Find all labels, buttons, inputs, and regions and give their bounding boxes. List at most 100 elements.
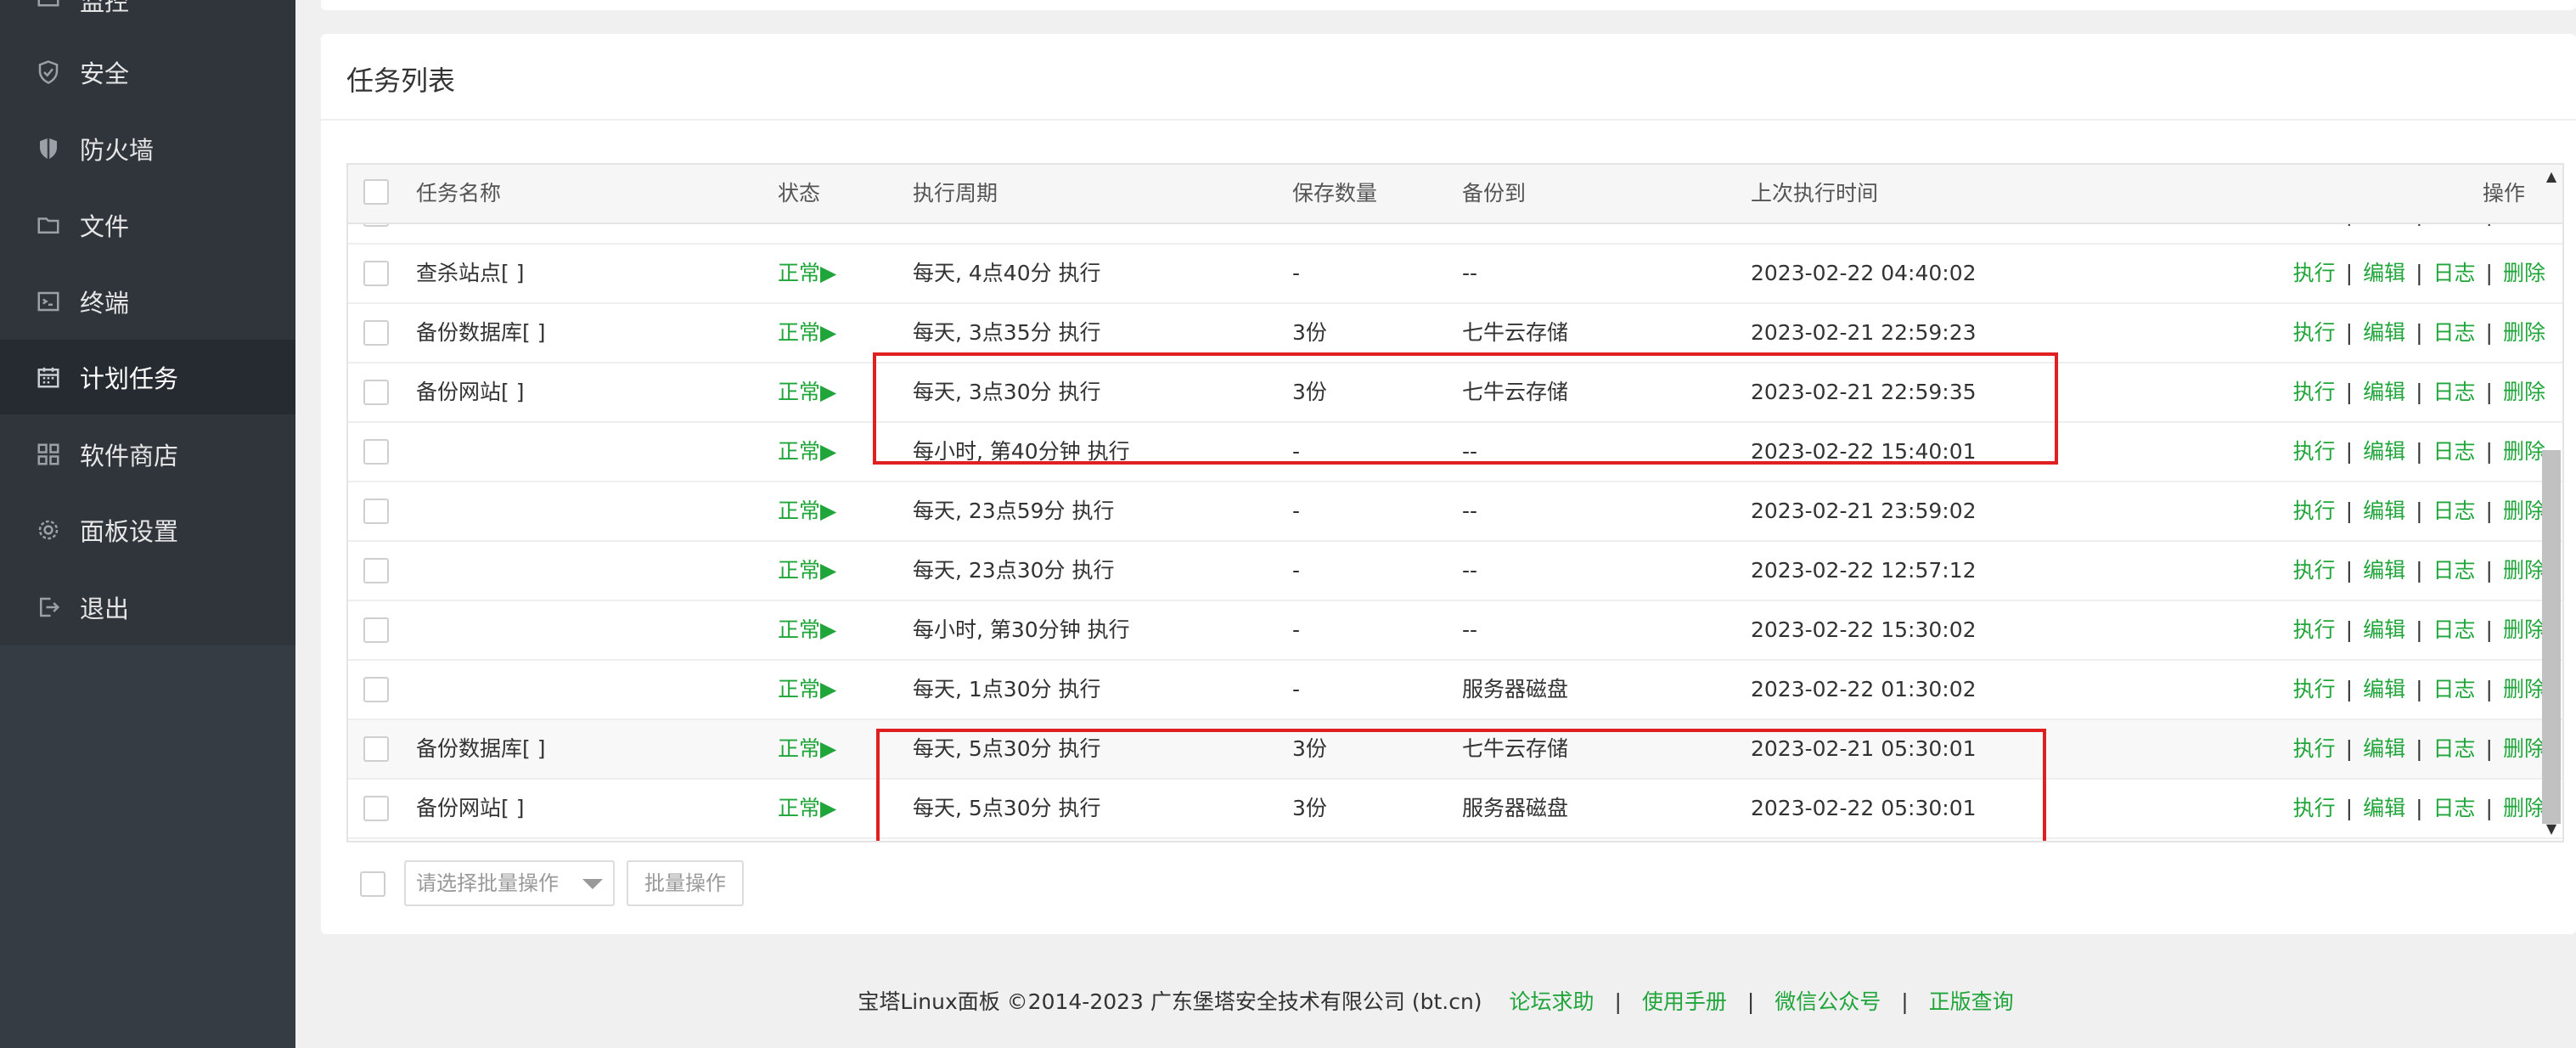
table-row: 备份数据库[ ] 正常▶ 每天, 5点30分 执行 3份 七牛云存储 2023-02-21… (348, 720, 2562, 780)
sidebar-item-settings[interactable]: 面板设置 (0, 493, 295, 567)
status-badge[interactable]: 正常▶ (778, 780, 836, 837)
scroll-down-arrow[interactable]: ▼ (2542, 820, 2561, 837)
edit-link[interactable]: 编辑 (2363, 796, 2405, 820)
log-link[interactable]: 日志 (2433, 558, 2476, 583)
row-checkbox[interactable] (363, 439, 389, 465)
row-checkbox[interactable] (363, 558, 389, 583)
task-name: 备份网站[ ] (416, 380, 525, 404)
edit-link[interactable]: 编辑 (2363, 499, 2405, 523)
delete-link[interactable]: 删除 (2503, 558, 2545, 583)
log-link[interactable]: 日志 (2433, 677, 2476, 701)
run-link[interactable]: 执行 (2293, 558, 2336, 583)
run-link[interactable]: 执行 (2293, 261, 2336, 285)
run-link[interactable]: 执行 (2293, 796, 2336, 820)
action-separator: | (2416, 736, 2423, 761)
log-link[interactable]: 日志 (2433, 261, 2476, 285)
status-badge[interactable]: 正常▶ (778, 661, 836, 718)
delete-link[interactable]: 删除 (2503, 677, 2545, 701)
col-name: 任务名称 (416, 181, 502, 206)
delete-link[interactable]: 删除 (2503, 796, 2545, 820)
status-badge[interactable]: 正常▶ (778, 542, 836, 600)
row-actions: 执行 | 编辑 | 日志 | 删除 (2293, 601, 2545, 659)
log-link[interactable]: 日志 (2433, 796, 2476, 820)
run-link[interactable]: 执行 (2293, 320, 2336, 345)
run-link[interactable]: 执行 (2293, 736, 2336, 761)
batch-checkbox[interactable] (360, 871, 385, 897)
sidebar-item-monitor[interactable]: 监控 (0, 0, 295, 37)
sidebar-item-label: 监控 (80, 0, 130, 16)
footer-link-manual[interactable]: 使用手册 (1642, 989, 1727, 1014)
scroll-up-arrow[interactable]: ▲ (2542, 168, 2561, 185)
delete-link[interactable]: 删除 (2503, 736, 2545, 761)
batch-select[interactable]: 请选择批量操作 (404, 860, 615, 906)
edit-link[interactable]: 编辑 (2363, 261, 2405, 285)
sidebar-item-store[interactable]: 软件商店 (0, 417, 295, 492)
col-keep: 保存数量 (1292, 181, 1378, 206)
row-checkbox[interactable] (363, 499, 389, 524)
delete-link[interactable]: 删除 (2503, 439, 2545, 464)
log-link[interactable]: 日志 (2433, 320, 2476, 345)
task-table: 任务名称 状态 执行周期 保存数量 备份到 上次执行时间 操作 千万正常▶每2小… (346, 163, 2564, 842)
edit-link[interactable]: 编辑 (2363, 558, 2405, 583)
status-badge[interactable]: 正常▶ (778, 601, 836, 659)
delete-link[interactable]: 删除 (2503, 261, 2545, 285)
table-row: 备份网站[ ] 正常▶ 每天, 3点30分 执行 3份 七牛云存储 2023-02-21 … (348, 363, 2562, 423)
keep-count-cell: 3份 (1292, 380, 1327, 404)
edit-link[interactable]: 编辑 (2363, 677, 2405, 701)
delete-link[interactable]: 删除 (2503, 617, 2545, 642)
edit-link[interactable]: 编辑 (2363, 380, 2405, 404)
footer-link-wechat[interactable]: 微信公众号 (1775, 989, 1881, 1014)
status-badge[interactable]: 正常▶ (778, 720, 836, 778)
delete-link[interactable]: 删除 (2503, 320, 2545, 345)
delete-link[interactable]: 删除 (2503, 499, 2545, 523)
log-link[interactable]: 日志 (2433, 380, 2476, 404)
footer-copyright: 宝塔Linux面板 ©2014-2023 广东堡塔安全技术有限公司 (bt.cn… (858, 989, 1482, 1014)
row-checkbox[interactable] (363, 677, 389, 702)
sidebar-item-security[interactable]: 安全 (0, 35, 295, 110)
backup-target-cell: 七牛云存储 (1462, 736, 1569, 761)
edit-link[interactable]: 编辑 (2363, 439, 2405, 464)
status-badge[interactable]: 正常▶ (778, 423, 836, 481)
run-link[interactable]: 执行 (2293, 677, 2336, 701)
log-link[interactable]: 日志 (2433, 439, 2476, 464)
run-link[interactable]: 执行 (2293, 380, 2336, 404)
run-link[interactable]: 执行 (2293, 499, 2336, 523)
log-link[interactable]: 日志 (2433, 499, 2476, 523)
status-badge[interactable]: 正常▶ (778, 482, 836, 540)
row-checkbox[interactable] (363, 796, 389, 821)
row-checkbox[interactable] (363, 736, 389, 762)
backup-target-cell: 服务器磁盘 (1462, 677, 1569, 701)
batch-button[interactable]: 批量操作 (627, 860, 744, 906)
action-separator: | (2345, 796, 2354, 820)
row-checkbox[interactable] (363, 320, 389, 346)
row-actions: 执行 | 编辑 | 日志 | 删除 (2293, 245, 2545, 302)
status-badge[interactable]: 正常▶ (778, 245, 836, 302)
edit-link[interactable]: 编辑 (2363, 617, 2405, 642)
footer-link-forum[interactable]: 论坛求助 (1510, 989, 1595, 1014)
sidebar-item-terminal[interactable]: 终端 (0, 264, 295, 339)
edit-link[interactable]: 编辑 (2363, 320, 2405, 345)
sidebar-item-cron[interactable]: 计划任务 (0, 340, 295, 414)
status-badge[interactable]: 正常▶ (778, 304, 836, 362)
table-row: 正常▶ 每小时, 第40分钟 执行 - -- 2023-02-22 15:40:01 执行… (348, 423, 2562, 482)
run-link[interactable]: 执行 (2293, 439, 2336, 464)
task-name: 备份网站[ ] (416, 796, 525, 820)
status-badge[interactable]: 正常▶ (778, 363, 836, 421)
row-checkbox[interactable] (363, 380, 389, 405)
task-name: 备份数据库[ ] (416, 320, 546, 345)
keep-count-cell: - (1292, 558, 1301, 583)
log-link[interactable]: 日志 (2433, 736, 2476, 761)
sidebar-item-logout[interactable]: 退出 (0, 570, 295, 645)
scrollbar-thumb[interactable] (2542, 450, 2561, 824)
delete-link[interactable]: 删除 (2503, 380, 2545, 404)
row-checkbox[interactable] (363, 617, 389, 643)
select-all-checkbox[interactable] (363, 179, 389, 205)
row-checkbox[interactable] (363, 261, 389, 286)
footer-link-verify[interactable]: 正版查询 (1929, 989, 2014, 1014)
sidebar-item-files[interactable]: 文件 (0, 188, 295, 262)
sidebar-item-firewall[interactable]: 防火墙 (0, 111, 295, 186)
action-separator: | (2416, 617, 2423, 642)
log-link[interactable]: 日志 (2433, 617, 2476, 642)
edit-link[interactable]: 编辑 (2363, 736, 2405, 761)
run-link[interactable]: 执行 (2293, 617, 2336, 642)
